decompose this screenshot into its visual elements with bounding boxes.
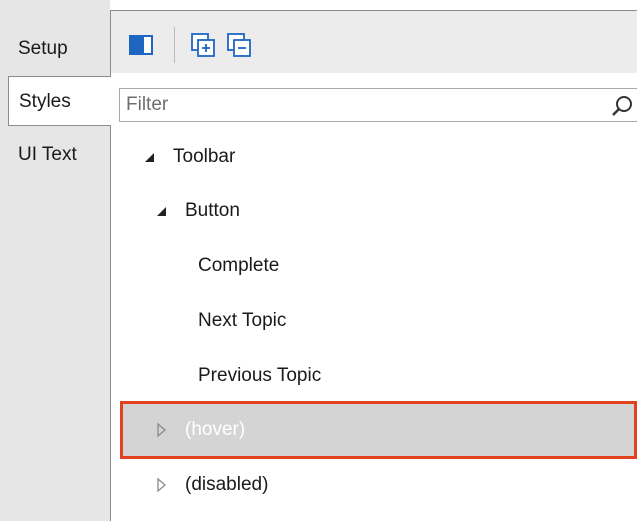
collapsed-arrow-icon[interactable]	[155, 459, 169, 511]
tab-styles[interactable]: Styles	[8, 76, 111, 126]
collapsed-arrow-icon[interactable]	[155, 404, 169, 456]
tree-item-button[interactable]: Button	[119, 185, 637, 237]
tree-item-label: (disabled)	[185, 474, 269, 495]
tree-item-label: (hover)	[185, 419, 246, 440]
panel-toggle-icon	[129, 35, 153, 55]
style-tree: Toolbar Button Complete Next Topic Previ…	[111, 131, 637, 521]
tree-item-complete[interactable]: Complete	[119, 240, 637, 292]
expand-all-button[interactable]	[189, 31, 217, 59]
tree-item-previous-topic[interactable]: Previous Topic	[119, 350, 637, 402]
tree-item-next-topic[interactable]: Next Topic	[119, 295, 637, 347]
expand-all-icon	[191, 33, 215, 57]
tree-item-label: Complete	[198, 255, 280, 276]
tab-setup-label: Setup	[18, 38, 68, 59]
expanded-arrow-icon[interactable]	[143, 131, 157, 183]
tab-setup[interactable]: Setup	[8, 24, 110, 74]
tab-styles-label: Styles	[19, 91, 71, 112]
tree-item-label: Previous Topic	[198, 365, 322, 386]
tree-item-hover[interactable]: (hover)	[120, 401, 637, 459]
collapse-all-button[interactable]	[225, 31, 253, 59]
collapse-all-icon	[227, 33, 251, 57]
filter-input[interactable]	[120, 89, 637, 121]
filter-box	[119, 88, 637, 122]
tab-ui-text-label: UI Text	[18, 144, 77, 165]
tree-item-disabled[interactable]: (disabled)	[119, 459, 637, 511]
toolbar	[111, 11, 637, 73]
tab-ui-text[interactable]: UI Text	[8, 130, 110, 180]
expanded-arrow-icon[interactable]	[155, 185, 169, 237]
tree-item-toolbar[interactable]: Toolbar	[119, 131, 637, 183]
toolbar-separator	[174, 27, 175, 63]
tree-item-label: Next Topic	[198, 310, 287, 331]
tree-item-label: Button	[185, 200, 240, 221]
search-icon[interactable]	[609, 94, 635, 118]
tree-item-label: Toolbar	[173, 146, 236, 167]
styles-panel: Toolbar Button Complete Next Topic Previ…	[110, 10, 637, 521]
panel-toggle-button[interactable]	[127, 31, 155, 59]
